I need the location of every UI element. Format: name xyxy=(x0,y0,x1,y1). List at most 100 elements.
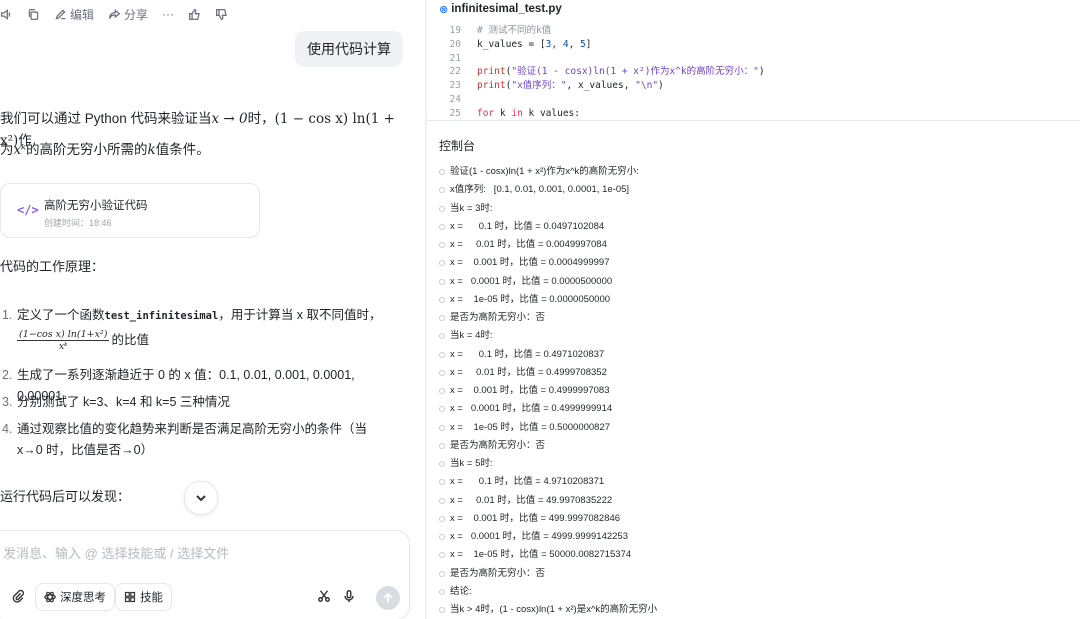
console-line: x = 0.1 时，比值 = 0.4971020837 xyxy=(439,346,1069,364)
console-text: x = 0.1 时，比值 = 4.9710208371 xyxy=(450,476,605,488)
code-token: print xyxy=(477,66,506,78)
edit-button[interactable]: 编辑 xyxy=(54,6,94,23)
console-line: x = 1e-05 时，比值 = 0.0000050000 xyxy=(439,291,1069,309)
item1-text-c: 的比值 xyxy=(111,332,149,347)
line-number: 22 xyxy=(449,66,461,78)
arrow-up-icon xyxy=(383,592,393,602)
console-line: 当k > 4时，(1 - cosx)ln(1 + x²)是x^k的高阶无穷小 xyxy=(439,601,1069,619)
console-line: 是否为高阶无穷小：否 xyxy=(439,565,1069,583)
console-text: x = 0.01 时，比值 = 49.9970835222 xyxy=(450,494,613,506)
list-text: 定义了一个函数test_infinitesimal，用于计算当 x 取不同值时， xyxy=(17,305,387,327)
edit-icon xyxy=(55,9,66,20)
code-editor[interactable]: 19 # 测试不同的k值 20 k_values = [3, 4, 5] 21 22 pri… xyxy=(441,24,1061,118)
console-text: x值序列: [0.1, 0.01, 0.001, 0.0001, 1e-05] xyxy=(450,184,630,196)
code-console-divider xyxy=(427,120,1080,121)
console-line: 是否为高阶无穷小：否 xyxy=(439,309,1069,327)
console-text: 当k = 5时: xyxy=(450,458,493,469)
code-token: print xyxy=(477,80,506,92)
code-token: , xyxy=(568,38,581,50)
bullet-icon xyxy=(439,260,445,267)
skills-label: 技能 xyxy=(140,592,163,604)
intro-text-f: 值条件。 xyxy=(155,142,210,157)
edit-label: 编辑 xyxy=(70,7,95,22)
fraction-denominator: xᵏ xyxy=(58,341,68,352)
intro-math-limit: x → 0 xyxy=(211,111,248,127)
code-token: "验证(1 - cosx)ln(1 + x²)作为x^k的高阶无穷小：" xyxy=(511,66,759,78)
code-token: k_values: xyxy=(522,107,580,118)
bullet-icon xyxy=(439,315,445,321)
line-number: 25 xyxy=(449,107,461,118)
code-artifact-card[interactable]: </> 高阶无穷小验证代码 创建时间：18:46 xyxy=(0,183,260,238)
code-panel: ⊗ infinitesimal_test.py 19 # 测试不同的k值 20 k_v… xyxy=(427,0,1080,619)
console-line: x = 0.001 时，比值 = 499.9997082846 xyxy=(439,510,1069,528)
console-line: 当k = 4时: xyxy=(439,327,1069,345)
console-title: 控制台 xyxy=(439,139,476,153)
console-line: 是否为高阶无穷小：否 xyxy=(439,437,1069,455)
share-label: 分享 xyxy=(124,7,149,22)
like-button[interactable] xyxy=(188,8,201,21)
attach-button[interactable] xyxy=(11,589,25,608)
bullet-icon xyxy=(439,406,445,413)
code-line: 21 xyxy=(441,52,1061,66)
console-output: 验证(1 - cosx)ln(1 + x²)作为x^k的高阶无穷小: x值序列: … xyxy=(439,163,1069,619)
bullet-icon xyxy=(439,479,445,486)
intro-text-d: 为 xyxy=(0,142,14,157)
line-number: 19 xyxy=(449,25,461,36)
file-link-icon: ⊗ xyxy=(439,3,449,16)
scissors-button[interactable] xyxy=(317,589,331,608)
copy-button[interactable] xyxy=(27,8,40,21)
item1-text-a: 定义了一个函数 xyxy=(17,308,105,322)
line-number: 21 xyxy=(449,52,461,64)
line-number: 24 xyxy=(449,93,461,105)
console-line: x = 0.0001 时，比值 = 0.4999999914 xyxy=(439,400,1069,418)
console-text: x = 1e-05 时，比值 = 50000.0082715374 xyxy=(450,549,632,561)
code-token: ] xyxy=(585,38,592,50)
speaker-button[interactable] xyxy=(0,8,13,21)
console-line: x = 0.001 时，比值 = 0.4999997083 xyxy=(439,382,1069,400)
console-text: x = 0.1 时，比值 = 0.4971020837 xyxy=(450,348,605,360)
code-token: # 测试不同的k值 xyxy=(477,25,552,36)
share-button[interactable]: 分享 xyxy=(108,6,148,23)
user-message-bubble: 使用代码计算 xyxy=(295,31,403,67)
console-text: 结论: xyxy=(450,585,472,597)
scroll-down-button[interactable] xyxy=(184,481,218,515)
voice-button[interactable] xyxy=(342,589,356,608)
console-text: x = 1e-05 时，比值 = 0.5000000827 xyxy=(450,421,611,433)
console-line: x = 0.0001 时，比值 = 4999.9999142253 xyxy=(439,528,1069,546)
bullet-icon xyxy=(439,424,445,431)
bullet-icon xyxy=(439,552,445,559)
code-icon: </> xyxy=(17,203,39,217)
deep-think-label: 深度思考 xyxy=(60,592,106,604)
send-button[interactable] xyxy=(376,586,400,610)
bullet-icon xyxy=(439,588,445,595)
bullet-icon xyxy=(439,388,445,394)
console-text: x = 0.01 时，比值 = 0.4999708352 xyxy=(450,366,607,378)
thumbs-up-icon xyxy=(189,8,200,20)
speaker-icon xyxy=(0,8,11,20)
more-button[interactable]: ··· xyxy=(162,7,174,21)
message-actions: 编辑 分享 ··· xyxy=(0,3,242,25)
after-run-text: 运行代码后可以发现： xyxy=(0,489,131,504)
console-line: x值序列: [0.1, 0.01, 0.001, 0.0001, 1e-05] xyxy=(439,181,1069,199)
code-token: for xyxy=(477,107,495,118)
deep-think-button[interactable]: 深度思考 xyxy=(35,583,115,611)
copy-icon xyxy=(28,8,39,20)
file-name: infinitesimal_test.py xyxy=(451,3,562,15)
line-number: 20 xyxy=(449,38,461,50)
fraction-numerator: (1−cos x) ln(1+x²) xyxy=(17,329,110,341)
list-text: 分别测试了 k=3、k=4 和 k=5 三种情况 xyxy=(17,395,230,409)
microphone-icon xyxy=(344,590,354,603)
dislike-button[interactable] xyxy=(215,8,228,21)
code-token: "x值序列：" xyxy=(511,80,567,92)
code-line: 20 k_values = [3, 4, 5] xyxy=(441,38,1061,52)
code-token: , x_values, xyxy=(566,80,636,92)
console-text: x = 0.001 时，比值 = 0.4999997083 xyxy=(450,385,610,396)
bullet-icon xyxy=(439,223,445,230)
ratio-fraction: (1−cos x) ln(1+x²) xᵏ xyxy=(17,329,110,352)
code-token: k_values = [ xyxy=(477,38,546,50)
code-line: 19 # 测试不同的k值 xyxy=(441,24,1061,38)
code-token: in xyxy=(511,107,523,118)
skills-button[interactable]: 技能 xyxy=(115,583,172,611)
message-input[interactable]: 发消息、输入 @ 选择技能或 / 选择文件 xyxy=(3,543,229,562)
atom-icon xyxy=(44,591,56,603)
